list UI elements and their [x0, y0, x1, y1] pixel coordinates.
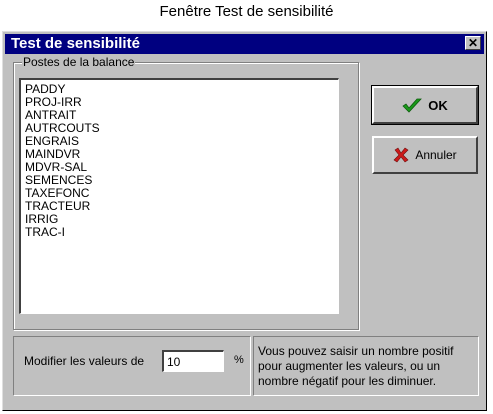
ok-button-label: OK: [428, 97, 448, 113]
modifier-label: Modifier les valeurs de: [24, 354, 145, 368]
help-text: Vous pouvez saisir un nombre positif pou…: [258, 344, 454, 388]
checkmark-icon: [402, 98, 423, 113]
group-label: Postes de la balance: [22, 55, 136, 69]
ok-button[interactable]: OK: [371, 85, 479, 125]
help-panel: Vous pouvez saisir un nombre positif pou…: [253, 336, 479, 396]
balance-items-list[interactable]: PADDY PROJ-IRR ANTRAIT AUTRCOUTS ENGRAIS MAIN…: [19, 78, 339, 314]
window-caption: Fenêtre Test de sensibilité: [159, 3, 334, 20]
list-item[interactable]: TRAC-I: [25, 226, 338, 239]
title-bar: Test de sensibilité ✕: [5, 34, 484, 54]
close-icon: ✕: [467, 36, 479, 50]
cancel-button-label: Annuler: [415, 148, 457, 162]
list-item[interactable]: IRRIG: [25, 213, 338, 226]
percent-sign: %: [234, 354, 244, 366]
x-icon: [393, 147, 409, 163]
percent-input[interactable]: [162, 350, 224, 372]
dialog-window: Test de sensibilité ✕ Postes de la balan…: [2, 31, 487, 411]
list-item[interactable]: TRACTEUR: [25, 200, 338, 213]
window-title: Test de sensibilité: [11, 35, 140, 52]
modifier-panel: Modifier les valeurs de %: [13, 336, 251, 396]
close-button[interactable]: ✕: [465, 36, 481, 50]
cancel-button[interactable]: Annuler: [372, 136, 478, 174]
